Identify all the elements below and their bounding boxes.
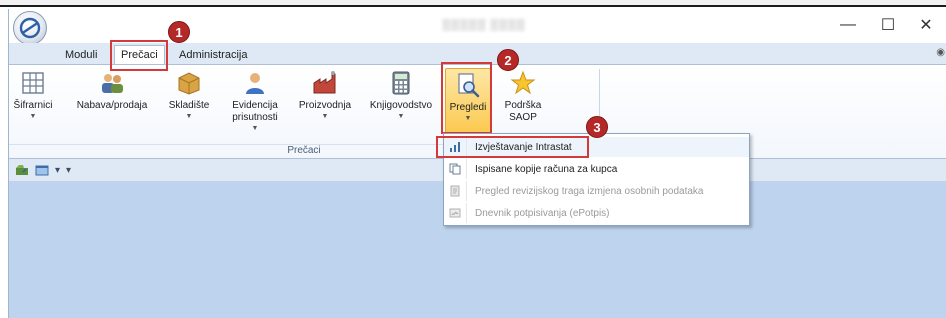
customize-toolbar-icon[interactable]: ▾	[66, 165, 71, 176]
annotation-badge-3: 3	[586, 116, 608, 138]
menu-item-ispisane-kopije[interactable]: Ispisane kopije računa za kupca	[444, 159, 749, 179]
button-podrska-saop[interactable]: Podrška SAOP	[498, 69, 548, 124]
grid-icon	[19, 69, 47, 97]
minimize-button[interactable]: —	[835, 15, 861, 35]
chevron-down-icon: ▼	[321, 113, 329, 120]
button-sifrarnici[interactable]: Šifrarnici ▼	[13, 69, 53, 121]
button-knjigovodstvo[interactable]: Knjigovodstvo ▼	[365, 69, 437, 121]
button-label: Nabava/prodaja	[76, 100, 148, 111]
menu-item-pregled-revizijskog-traga: Pregled revizijskog traga izmjena osobni…	[444, 181, 749, 201]
title-bar: ▒▒▒▒▒ ▒▒▒▒ — ☐ ✕	[9, 9, 946, 45]
tab-administracija[interactable]: Administracija	[173, 45, 253, 64]
annotation-badge-1: 1	[168, 21, 190, 43]
button-label: Evidencija prisutnosti	[232, 100, 278, 123]
chevron-down-icon: ▼	[29, 113, 37, 120]
tab-moduli[interactable]: Moduli	[59, 45, 103, 64]
person-icon	[241, 69, 269, 97]
button-skladiste[interactable]: Skladište ▼	[166, 69, 212, 121]
home-folder-icon[interactable]	[15, 164, 29, 176]
button-nabava-prodaja[interactable]: Nabava/prodaja	[73, 69, 151, 112]
ribbon-options-icon[interactable]: ◉	[936, 47, 945, 58]
annotation-highlight-pregledi	[441, 62, 492, 134]
button-label: Knjigovodstvo	[369, 100, 433, 111]
signature-icon	[444, 207, 466, 219]
menu-item-label: Dnevnik potpisivanja (ePotpis)	[466, 203, 610, 223]
chevron-down-icon: ▼	[397, 113, 405, 120]
people-icon	[98, 69, 126, 97]
annotation-badge-2: 2	[497, 49, 519, 71]
annotation-highlight-menu-item	[436, 136, 589, 158]
button-label: Skladište	[168, 100, 210, 111]
maximize-button[interactable]: ☐	[875, 15, 901, 35]
window-title: ▒▒▒▒▒ ▒▒▒▒	[442, 19, 526, 31]
audit-icon	[444, 185, 466, 197]
menu-item-label: Ispisane kopije računa za kupca	[466, 159, 617, 179]
button-label: Podrška SAOP	[504, 100, 542, 123]
button-proizvodnja[interactable]: Proizvodnja ▼	[293, 69, 357, 121]
copy-icon	[444, 163, 466, 175]
app-logo-icon	[19, 17, 41, 39]
star-icon	[509, 69, 537, 97]
annotation-highlight-tab	[110, 40, 168, 71]
chevron-down-icon: ▼	[251, 125, 259, 132]
calculator-icon	[387, 69, 415, 97]
factory-icon	[311, 69, 339, 97]
chevron-down-icon: ▼	[185, 113, 193, 120]
menu-item-dnevnik-potpisivanja: Dnevnik potpisivanja (ePotpis)	[444, 203, 749, 223]
chevron-down-icon[interactable]: ▾	[55, 165, 60, 176]
menu-item-label: Pregled revizijskog traga izmjena osobni…	[466, 181, 703, 201]
button-label: Šifrarnici	[13, 100, 53, 111]
button-evidencija-prisutnosti[interactable]: Evidencija prisutnosti ▼	[220, 69, 290, 133]
window-icon[interactable]	[35, 164, 49, 176]
app-menu-button[interactable]	[13, 11, 47, 45]
top-border	[0, 0, 946, 7]
close-button[interactable]: ✕	[913, 15, 939, 35]
button-label: Proizvodnja	[298, 100, 352, 111]
box-icon	[175, 69, 203, 97]
